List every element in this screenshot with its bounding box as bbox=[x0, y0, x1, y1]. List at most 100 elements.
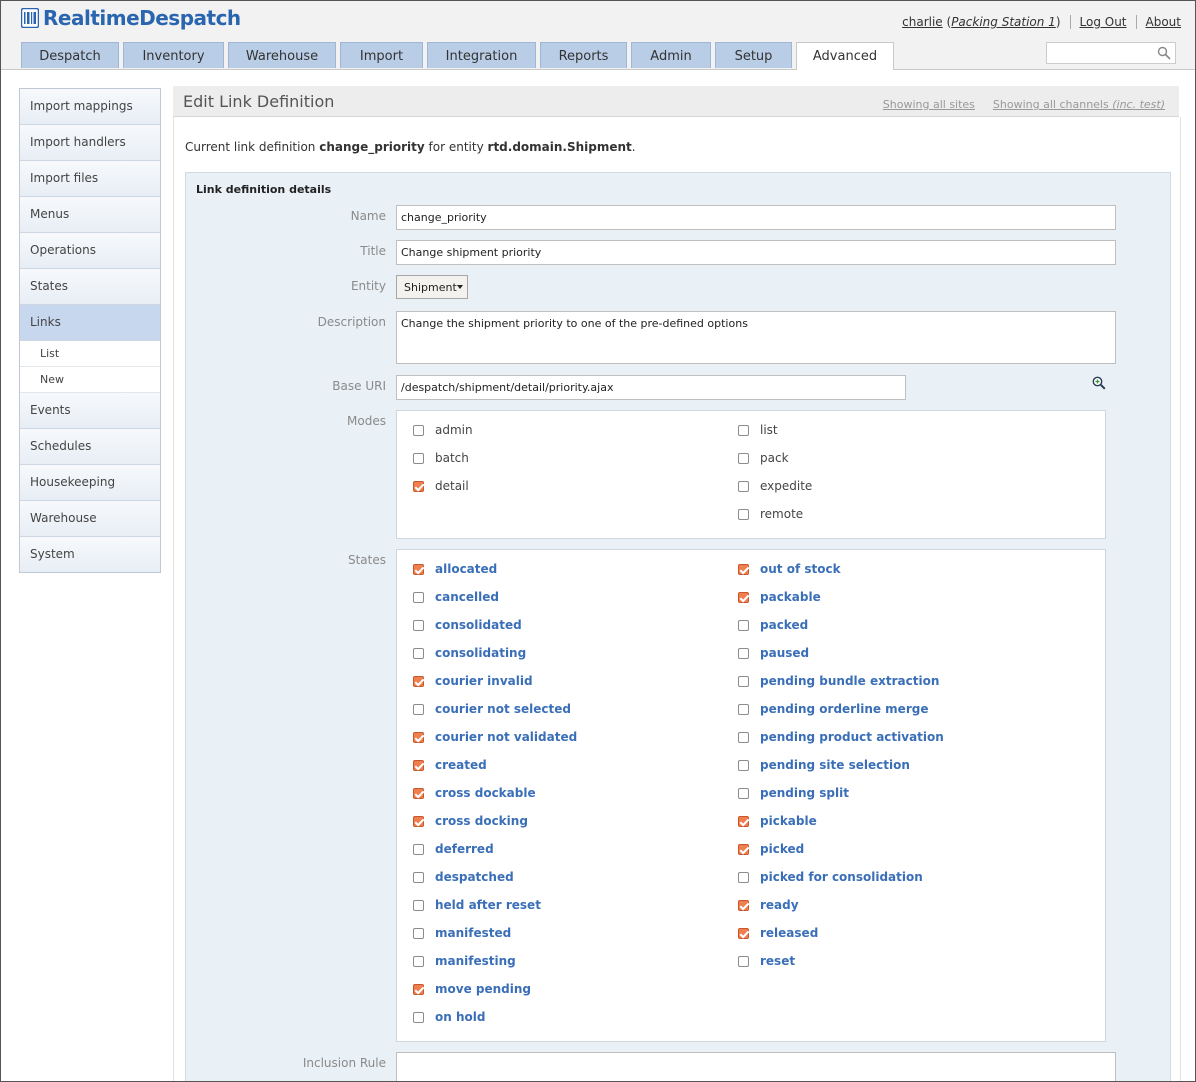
search-input[interactable] bbox=[1046, 42, 1176, 64]
state-checkbox-pending-orderline-merge[interactable] bbox=[738, 703, 749, 715]
state-label[interactable]: packed bbox=[760, 618, 808, 632]
state-checkbox-pickable[interactable] bbox=[738, 815, 749, 827]
state-checkbox-on-hold[interactable] bbox=[413, 1011, 424, 1023]
state-label[interactable]: manifesting bbox=[435, 954, 516, 968]
state-option-pending-product-activation[interactable]: pending product activation bbox=[738, 728, 944, 746]
state-checkbox-allocated[interactable] bbox=[413, 563, 424, 575]
state-option-cancelled[interactable]: cancelled bbox=[413, 588, 499, 606]
zoom-in-icon[interactable] bbox=[1092, 376, 1106, 390]
state-checkbox-paused[interactable] bbox=[738, 647, 749, 659]
state-checkbox-pending-split[interactable] bbox=[738, 787, 749, 799]
state-checkbox-pending-product-activation[interactable] bbox=[738, 731, 749, 743]
state-option-courier-not-validated[interactable]: courier not validated bbox=[413, 728, 577, 746]
state-checkbox-courier-not-selected[interactable] bbox=[413, 703, 424, 715]
sidebar-item-operations[interactable]: Operations bbox=[20, 233, 160, 269]
state-label[interactable]: cross docking bbox=[435, 814, 528, 828]
sidebar-item-states[interactable]: States bbox=[20, 269, 160, 305]
state-checkbox-pending-site-selection[interactable] bbox=[738, 759, 749, 771]
state-option-packed[interactable]: packed bbox=[738, 616, 808, 634]
state-option-pending-orderline-merge[interactable]: pending orderline merge bbox=[738, 700, 928, 718]
state-option-despatched[interactable]: despatched bbox=[413, 868, 514, 886]
state-label[interactable]: picked for consolidation bbox=[760, 870, 923, 884]
mode-checkbox-expedite[interactable] bbox=[738, 480, 749, 492]
state-option-courier-invalid[interactable]: courier invalid bbox=[413, 672, 533, 690]
sidebar-item-schedules[interactable]: Schedules bbox=[20, 429, 160, 465]
state-checkbox-picked[interactable] bbox=[738, 843, 749, 855]
sidebar-subitem-new[interactable]: New bbox=[20, 367, 160, 393]
search-icon[interactable] bbox=[1157, 46, 1171, 60]
showing-sites-link[interactable]: Showing all sites bbox=[883, 98, 975, 111]
state-option-reset[interactable]: reset bbox=[738, 952, 795, 970]
sidebar-item-links[interactable]: Links bbox=[20, 305, 160, 341]
state-label[interactable]: consolidating bbox=[435, 646, 526, 660]
state-option-move-pending[interactable]: move pending bbox=[413, 980, 531, 998]
state-label[interactable]: manifested bbox=[435, 926, 511, 940]
state-label[interactable]: paused bbox=[760, 646, 809, 660]
state-option-held-after-reset[interactable]: held after reset bbox=[413, 896, 541, 914]
state-checkbox-packable[interactable] bbox=[738, 591, 749, 603]
logo[interactable]: RealtimeDespatch bbox=[21, 6, 241, 30]
tab-admin[interactable]: Admin bbox=[631, 42, 711, 68]
state-option-pending-site-selection[interactable]: pending site selection bbox=[738, 756, 910, 774]
state-label[interactable]: cross dockable bbox=[435, 786, 536, 800]
state-option-consolidated[interactable]: consolidated bbox=[413, 616, 522, 634]
state-label[interactable]: deferred bbox=[435, 842, 494, 856]
name-field[interactable]: change_priority bbox=[396, 205, 1116, 230]
state-label[interactable]: picked bbox=[760, 842, 804, 856]
state-checkbox-created[interactable] bbox=[413, 759, 424, 771]
state-option-cross-docking[interactable]: cross docking bbox=[413, 812, 528, 830]
mode-option-detail[interactable]: detail bbox=[413, 477, 469, 495]
state-option-picked[interactable]: picked bbox=[738, 840, 804, 858]
tab-integration[interactable]: Integration bbox=[427, 42, 536, 68]
state-option-out-of-stock[interactable]: out of stock bbox=[738, 560, 841, 578]
mode-option-admin[interactable]: admin bbox=[413, 421, 473, 439]
state-label[interactable]: allocated bbox=[435, 562, 497, 576]
title-field[interactable]: Change shipment priority bbox=[396, 240, 1116, 265]
mode-checkbox-admin[interactable] bbox=[413, 424, 424, 436]
logout-link[interactable]: Log Out bbox=[1080, 15, 1127, 29]
state-checkbox-reset[interactable] bbox=[738, 955, 749, 967]
state-label[interactable]: pending bundle extraction bbox=[760, 674, 939, 688]
state-label[interactable]: pending site selection bbox=[760, 758, 910, 772]
state-option-picked-for-consolidation[interactable]: picked for consolidation bbox=[738, 868, 923, 886]
mode-option-remote[interactable]: remote bbox=[738, 505, 803, 523]
state-option-on-hold[interactable]: on hold bbox=[413, 1008, 485, 1026]
state-option-manifesting[interactable]: manifesting bbox=[413, 952, 516, 970]
inclusion-rule-field[interactable] bbox=[396, 1052, 1116, 1081]
description-field[interactable]: Change the shipment priority to one of t… bbox=[396, 311, 1116, 364]
base-uri-field[interactable]: /despatch/shipment/detail/priority.ajax bbox=[396, 375, 906, 400]
state-option-courier-not-selected[interactable]: courier not selected bbox=[413, 700, 571, 718]
state-option-packable[interactable]: packable bbox=[738, 588, 821, 606]
sidebar-subitem-list[interactable]: List bbox=[20, 341, 160, 367]
tab-advanced[interactable]: Advanced bbox=[796, 42, 894, 70]
state-label[interactable]: packable bbox=[760, 590, 821, 604]
mode-option-expedite[interactable]: expedite bbox=[738, 477, 812, 495]
state-option-ready[interactable]: ready bbox=[738, 896, 799, 914]
state-checkbox-pending-bundle-extraction[interactable] bbox=[738, 675, 749, 687]
state-checkbox-consolidating[interactable] bbox=[413, 647, 424, 659]
sidebar-item-warehouse[interactable]: Warehouse bbox=[20, 501, 160, 537]
state-checkbox-move-pending[interactable] bbox=[413, 983, 424, 995]
tab-inventory[interactable]: Inventory bbox=[123, 42, 224, 68]
state-checkbox-out-of-stock[interactable] bbox=[738, 563, 749, 575]
sidebar-item-menus[interactable]: Menus bbox=[20, 197, 160, 233]
state-label[interactable]: on hold bbox=[435, 1010, 485, 1024]
mode-checkbox-pack[interactable] bbox=[738, 452, 749, 464]
tab-reports[interactable]: Reports bbox=[540, 42, 627, 68]
state-checkbox-courier-not-validated[interactable] bbox=[413, 731, 424, 743]
sidebar-item-events[interactable]: Events bbox=[20, 393, 160, 429]
sidebar-item-import-mappings[interactable]: Import mappings bbox=[20, 89, 160, 125]
state-option-consolidating[interactable]: consolidating bbox=[413, 644, 526, 662]
tab-setup[interactable]: Setup bbox=[715, 42, 792, 68]
state-option-cross-dockable[interactable]: cross dockable bbox=[413, 784, 536, 802]
mode-checkbox-list[interactable] bbox=[738, 424, 749, 436]
state-option-deferred[interactable]: deferred bbox=[413, 840, 494, 858]
state-label[interactable]: out of stock bbox=[760, 562, 841, 576]
tab-warehouse[interactable]: Warehouse bbox=[228, 42, 336, 68]
state-checkbox-cancelled[interactable] bbox=[413, 591, 424, 603]
state-checkbox-deferred[interactable] bbox=[413, 843, 424, 855]
state-label[interactable]: courier invalid bbox=[435, 674, 533, 688]
state-option-pending-split[interactable]: pending split bbox=[738, 784, 849, 802]
sidebar-item-import-handlers[interactable]: Import handlers bbox=[20, 125, 160, 161]
state-checkbox-cross-dockable[interactable] bbox=[413, 787, 424, 799]
